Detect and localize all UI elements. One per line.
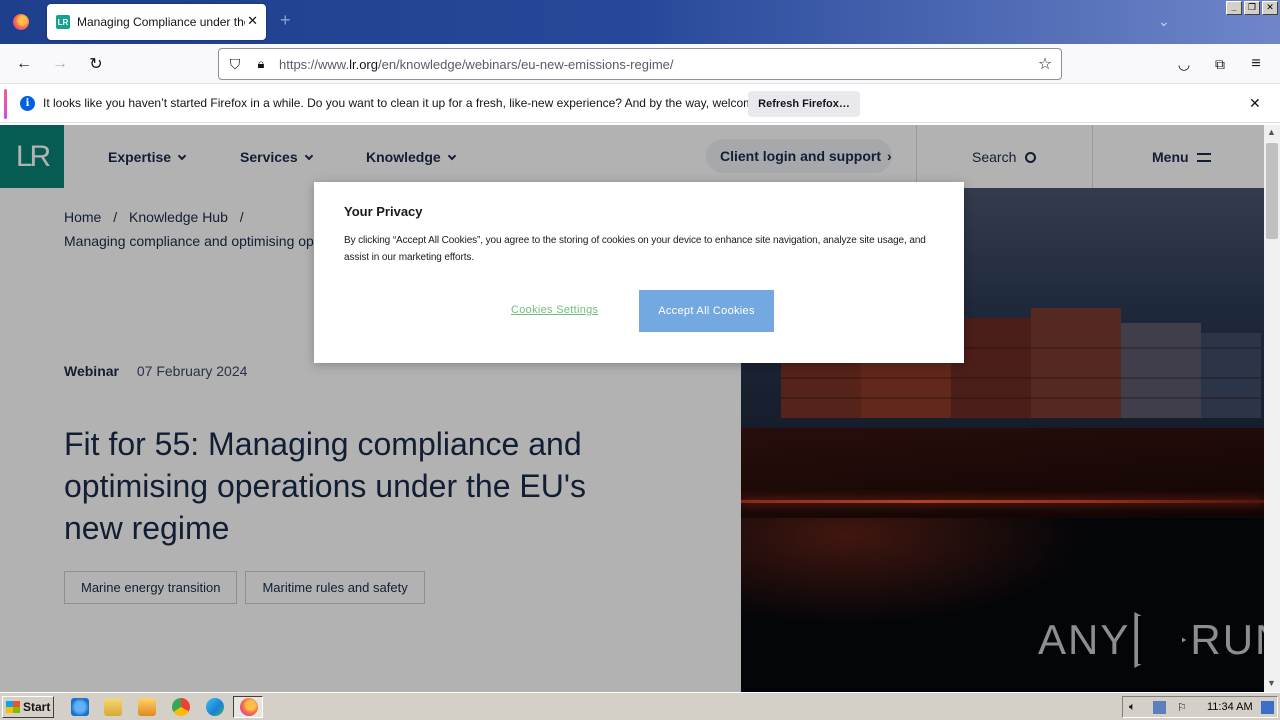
new-tab-button[interactable]: + [280,10,291,31]
url-prefix: https://www. [279,57,350,72]
firefox-icon [240,698,258,716]
anyrun-watermark: ANY RUN [1038,612,1280,668]
privacy-dialog: Your Privacy By clicking “Accept All Coo… [314,182,964,363]
url-text[interactable]: https://www.lr.org/en/knowledge/webinars… [279,57,674,72]
windows-logo-icon [6,701,20,713]
start-button[interactable]: Start [2,696,54,718]
lr-favicon-icon: LR [56,15,70,29]
browser-tab-active[interactable]: LR Managing Compliance under the EU ✕ [47,4,266,40]
play-icon [1134,612,1187,668]
page-scrollbar[interactable]: ▲ ▼ [1264,125,1280,692]
reload-icon[interactable]: ↻ [86,54,106,74]
forward-arrow-icon[interactable]: → [50,54,70,74]
accept-all-cookies-button[interactable]: Accept All Cookies [639,290,774,332]
notification-text: It looks like you haven’t started Firefo… [43,96,792,110]
pocket-icon[interactable]: ◡ [1174,54,1194,74]
chevron-down-icon[interactable]: ⌄ [1158,13,1170,30]
restore-button[interactable]: ❐ [1244,1,1260,15]
edge-icon[interactable] [206,698,224,716]
privacy-title: Your Privacy [344,204,423,219]
privacy-text: By clicking “Accept All Cookies”, you ag… [344,235,926,263]
window-controls: _ ❐ ✕ [1226,1,1278,15]
bookmark-star-icon[interactable]: ☆ [1035,54,1055,74]
close-notification-icon[interactable]: ✕ [1249,95,1261,112]
flag-icon[interactable]: ⚐ [1177,701,1190,714]
media-player-icon[interactable] [138,698,156,716]
navigation-toolbar: ← → ↻ ⛉ 🔒︎ https://www.lr.org/en/knowled… [0,44,1280,84]
windows-taskbar: Start 🔈︎ ⚐ 11:34 AM [0,692,1280,720]
firefox-menu-button[interactable] [0,0,42,44]
chrome-icon[interactable] [172,698,190,716]
shield-icon[interactable]: ⛉ [225,54,245,74]
show-desktop-icon[interactable] [1261,701,1274,714]
cookies-settings-link[interactable]: Cookies Settings [511,304,598,316]
notification-accent [4,89,7,119]
clock[interactable]: 11:34 AM [1207,701,1253,713]
start-label: Start [23,700,51,714]
lock-icon[interactable]: 🔒︎ [251,54,271,74]
scroll-thumb[interactable] [1266,143,1278,239]
url-path: /en/knowledge/webinars/eu-new-emissions-… [377,57,674,72]
network-icon[interactable] [1153,701,1166,714]
system-tray: 🔈︎ ⚐ 11:34 AM [1122,696,1278,718]
back-arrow-icon[interactable]: ← [14,54,34,74]
extensions-icon[interactable]: ⧉ [1210,54,1230,74]
minimize-button[interactable]: _ [1226,1,1242,15]
internet-explorer-icon[interactable] [71,698,89,716]
watermark-left: ANY [1038,616,1131,663]
folder-icon[interactable] [104,698,122,716]
scroll-down-icon[interactable]: ▼ [1267,678,1276,688]
scroll-up-icon[interactable]: ▲ [1267,127,1276,137]
firefox-taskbar-button[interactable] [233,696,263,718]
tab-strip: LR Managing Compliance under the EU ✕ + … [0,0,1280,44]
firefox-logo-icon [13,14,29,30]
notification-bar: i It looks like you haven’t started Fire… [0,85,1280,123]
info-icon: i [20,96,35,111]
refresh-firefox-button[interactable]: Refresh Firefox… [748,91,860,117]
tab-title: Managing Compliance under the EU [77,15,245,29]
url-domain: lr.org [349,57,378,72]
address-bar[interactable]: ⛉ 🔒︎ https://www.lr.org/en/knowledge/web… [218,48,1062,80]
hamburger-menu-icon[interactable]: ≡ [1246,54,1266,74]
close-tab-icon[interactable]: ✕ [247,13,258,29]
close-window-button[interactable]: ✕ [1262,1,1278,15]
volume-icon[interactable]: 🔈︎ [1129,701,1142,714]
